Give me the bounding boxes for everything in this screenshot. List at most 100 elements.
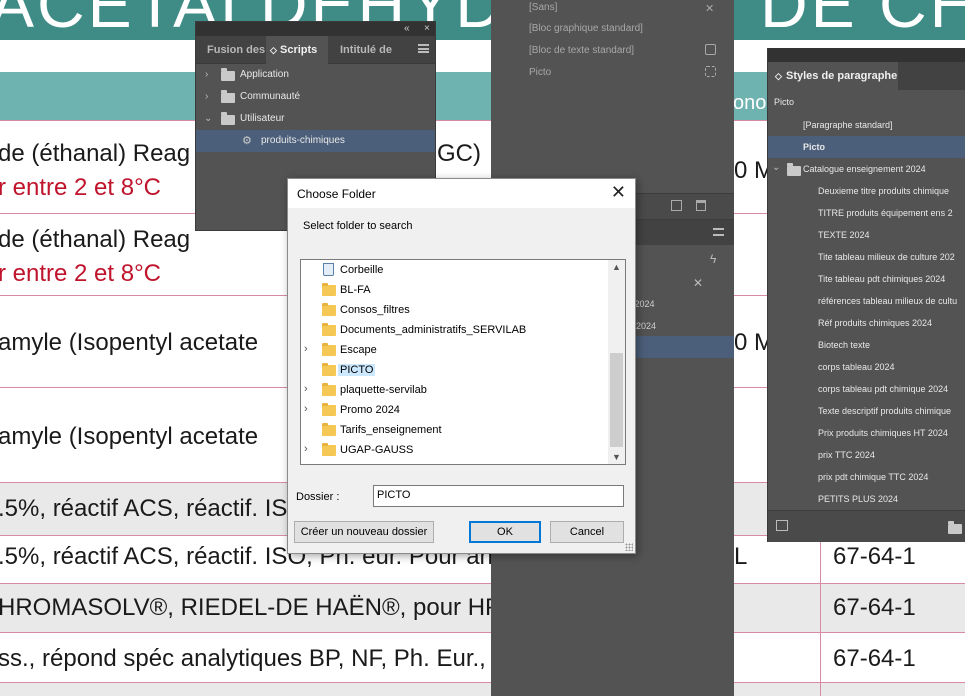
table-header-text: ono <box>733 92 767 114</box>
panel-titlebar[interactable] <box>768 48 965 62</box>
chevron-down-icon[interactable]: ⌄ <box>772 162 780 173</box>
tab-scripts[interactable]: ◇ Scripts <box>266 36 328 64</box>
object-style-item[interactable]: Picto <box>529 67 551 78</box>
folder-icon <box>221 68 235 81</box>
chevron-right-icon[interactable]: › <box>304 443 308 455</box>
folder-item-documents-administratifs[interactable]: Documents_administratifs_SERVILAB <box>301 320 606 340</box>
dialog-prompt: Select folder to search <box>303 220 413 232</box>
folder-item-corbeille[interactable]: Corbeille <box>301 260 606 280</box>
object-style-item[interactable]: [Bloc de texte standard] <box>529 45 634 56</box>
choose-folder-dialog: Choose Folder ✕ Select folder to search … <box>287 178 636 554</box>
new-group-icon[interactable] <box>948 521 962 534</box>
folder-item-tarifs-enseignement[interactable]: Tarifs_enseignement <box>301 420 606 440</box>
panel-titlebar[interactable]: « × <box>196 22 435 36</box>
row-cas-number: 67-64-1 <box>833 645 916 672</box>
panel-footer <box>768 510 965 542</box>
row-text: ss., répond spéc analytiques BP, NF, Ph.… <box>0 645 533 672</box>
style-item[interactable]: TEXTE 2024 <box>768 224 965 246</box>
new-style-icon[interactable] <box>671 200 682 211</box>
load-styles-icon[interactable] <box>776 520 788 531</box>
folder-icon <box>322 343 336 356</box>
style-item[interactable]: Prix produits chimiques HT 2024 <box>768 422 965 444</box>
style-item[interactable]: Deuxieme titre produits chimique <box>768 180 965 202</box>
style-item[interactable]: Picto <box>768 136 965 158</box>
tab-fusion[interactable]: Fusion des <box>196 36 266 64</box>
style-item-label: prix TTC 2024 <box>818 450 875 460</box>
tree-item-label: produits-chimiques <box>261 135 345 146</box>
panel-menu-icon[interactable] <box>713 228 724 236</box>
banner-title-right: DE CHLO <box>760 0 965 40</box>
folder-item-escape[interactable]: › Escape <box>301 340 606 360</box>
folder-icon <box>787 163 801 176</box>
style-item[interactable]: Texte descriptif produits chimique <box>768 400 965 422</box>
style-item[interactable]: PETITS PLUS 2024 <box>768 488 965 510</box>
collapse-icon[interactable]: « <box>404 23 410 34</box>
style-item[interactable]: corps tableau pdt chimique 2024 <box>768 378 965 400</box>
chevron-right-icon[interactable]: › <box>205 69 208 80</box>
folder-label: Consos_filtres <box>340 304 410 316</box>
tree-item-label: Utilisateur <box>240 113 285 124</box>
folder-item-plaquette-servilab[interactable]: › plaquette-servilab <box>301 380 606 400</box>
style-item-label: TITRE produits équipement ens 2 <box>818 208 953 218</box>
tab-paragraph-styles-label: Styles de paragraphe <box>786 70 898 82</box>
tree-scrollbar[interactable]: ▲ ▼ <box>608 260 625 464</box>
scroll-down-icon[interactable]: ▼ <box>612 452 621 462</box>
style-item[interactable]: Tite tableau milieux de culture 202 <box>768 246 965 268</box>
text-frame-icon <box>705 44 716 55</box>
chevron-right-icon[interactable]: › <box>205 91 208 102</box>
clear-override-icon[interactable]: ✕ <box>693 276 703 290</box>
tree-item-application[interactable]: › Application <box>196 64 435 86</box>
style-item[interactable]: Tite tableau pdt chimiques 2024 <box>768 268 965 290</box>
tree-item-communaute[interactable]: › Communauté <box>196 86 435 108</box>
new-folder-button[interactable]: Créer un nouveau dossier <box>294 521 434 543</box>
row-text: de (éthanal) Reag <box>0 226 191 253</box>
chevron-right-icon[interactable]: › <box>304 403 308 415</box>
tab-scripts-label: Scripts <box>279 44 318 56</box>
style-item[interactable]: [Paragraphe standard] <box>768 114 965 136</box>
style-item[interactable]: prix pdt chimique TTC 2024 <box>768 466 965 488</box>
current-style: Picto <box>774 97 795 107</box>
folder-label: Escape <box>340 344 377 356</box>
tree-item-produits-chimiques[interactable]: ⚙ produits-chimiques <box>196 130 435 152</box>
dossier-field[interactable]: PICTO <box>373 485 624 507</box>
dialog-titlebar[interactable]: Choose Folder ✕ <box>288 179 635 208</box>
scrollbar-thumb[interactable] <box>610 353 623 447</box>
row-text: amyle (Isopentyl acetate <box>0 329 259 356</box>
folder-tree[interactable]: Corbeille BL-FA Consos_filtres Documents… <box>300 259 626 465</box>
folder-item-promo-2024[interactable]: › Promo 2024 <box>301 400 606 420</box>
tab-paragraph-styles[interactable]: ◇ Styles de paragraphe <box>768 62 898 90</box>
recycle-bin-icon <box>323 263 334 276</box>
folder-item-picto[interactable]: PICTO <box>301 360 606 380</box>
chevron-down-icon[interactable]: ⌄ <box>204 113 212 124</box>
object-style-item[interactable]: [Bloc graphique standard] <box>529 23 643 34</box>
close-icon[interactable]: × <box>424 23 430 34</box>
row-text: amyle (Isopentyl acetate <box>0 423 259 450</box>
style-item[interactable]: TITRE produits équipement ens 2 <box>768 202 965 224</box>
object-style-item[interactable]: [Sans] <box>529 2 557 13</box>
tree-item-utilisateur[interactable]: ⌄ Utilisateur <box>196 108 435 130</box>
row-cas-number: 67-64-1 <box>833 543 916 570</box>
scroll-up-icon[interactable]: ▲ <box>612 262 621 272</box>
folder-item-consos-filtres[interactable]: Consos_filtres <box>301 300 606 320</box>
folder-item-ugap-gauss[interactable]: › UGAP-GAUSS <box>301 440 606 460</box>
style-item[interactable]: corps tableau 2024 <box>768 356 965 378</box>
cancel-button[interactable]: Cancel <box>550 521 624 543</box>
panel-menu-icon[interactable] <box>418 44 429 53</box>
close-icon[interactable]: ✕ <box>611 182 626 202</box>
chevron-right-icon[interactable]: › <box>304 343 308 355</box>
folder-icon <box>322 283 336 296</box>
style-item-label: corps tableau 2024 <box>818 362 895 372</box>
style-group[interactable]: ⌄ Catalogue enseignement 2024 <box>768 158 965 180</box>
folder-item-bl-fa[interactable]: BL-FA <box>301 280 606 300</box>
chevron-right-icon[interactable]: › <box>304 383 308 395</box>
resize-grip[interactable] <box>625 543 633 551</box>
trash-icon[interactable] <box>696 200 706 211</box>
folder-label: PICTO <box>338 364 376 376</box>
tab-intitule[interactable]: Intitulé de <box>336 36 408 64</box>
style-item[interactable]: prix TTC 2024 <box>768 444 965 466</box>
style-item[interactable]: Biotech texte <box>768 334 965 356</box>
style-item[interactable]: Réf produits chimiques 2024 <box>768 312 965 334</box>
ok-button[interactable]: OK <box>469 521 541 543</box>
style-item[interactable]: références tableau milieux de cultu <box>768 290 965 312</box>
row-cas-number: 67-64-1 <box>833 594 916 621</box>
